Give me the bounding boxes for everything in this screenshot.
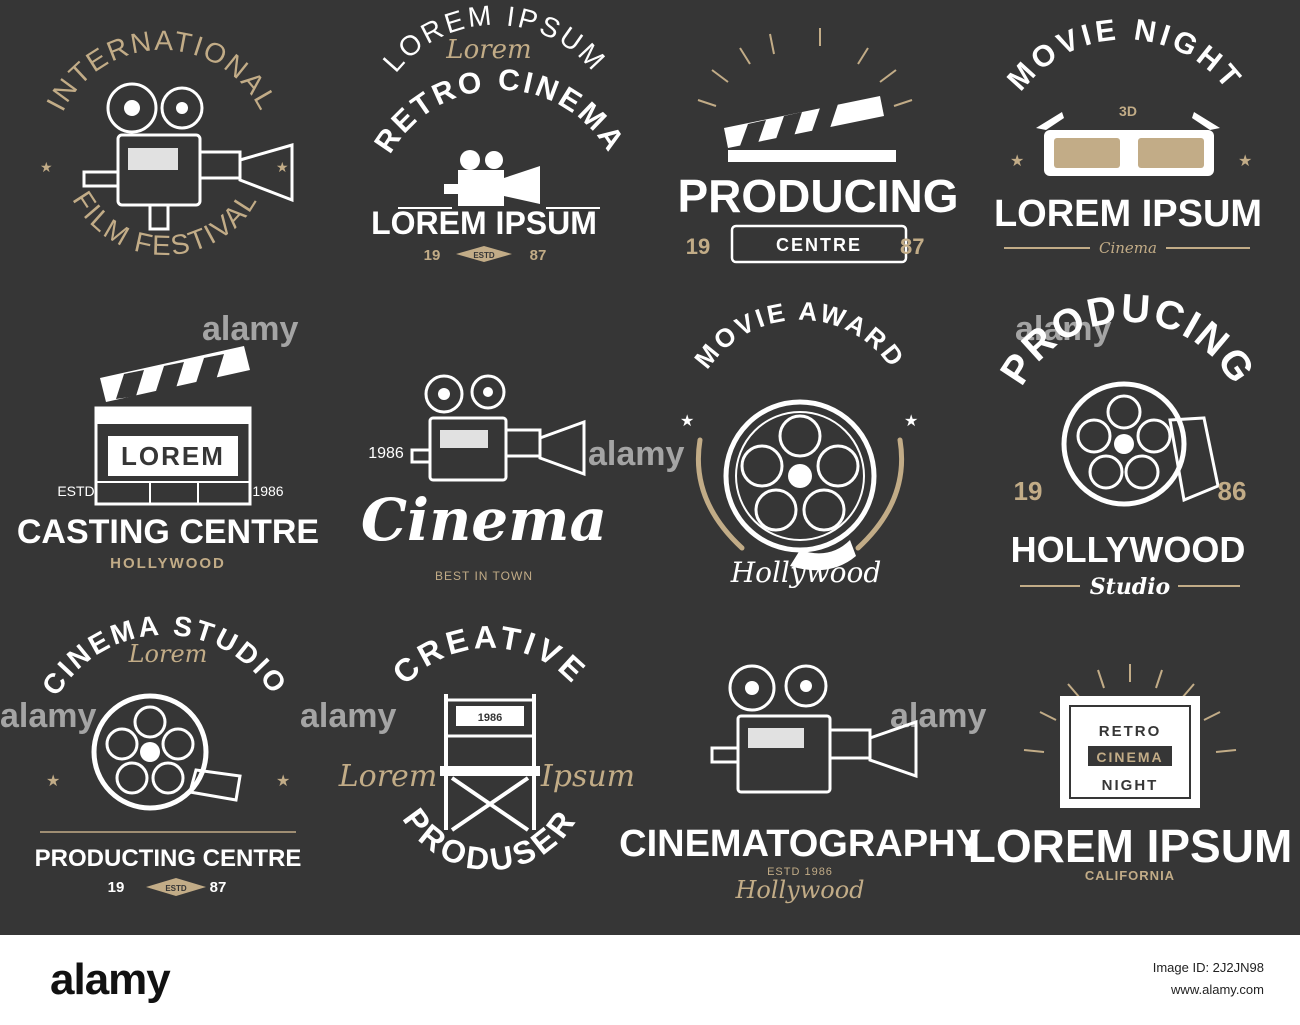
badge12-ticket-3: NIGHT (1102, 777, 1159, 794)
badge4-arc: MOVIE NIGHT (1001, 13, 1245, 97)
movie-camera-silhouette-icon (444, 150, 540, 206)
svg-text:FILM FESTIVAL: FILM FESTIVAL (67, 186, 264, 262)
svg-text:PRODUSER: PRODUSER (396, 801, 584, 877)
clapperboard-icon (724, 96, 896, 162)
film-reel-icon (91, 693, 242, 811)
badge4-small: 3D (1119, 103, 1137, 119)
badge3-main: PRODUCING (677, 170, 958, 222)
watermark: alamy (588, 435, 684, 473)
badge10-script-left: Lorem (338, 759, 438, 794)
watermark: alamy (890, 697, 986, 735)
badge5-board: LOREM (121, 441, 225, 471)
movie-camera-icon (410, 374, 586, 482)
star-icon: ★ (1010, 153, 1024, 170)
badge10-arc-bottom: PRODUSER (396, 801, 580, 877)
badge10-chair: 1986 (478, 712, 502, 724)
star-icon: ★ (40, 159, 53, 175)
badge-sheet: INTERNATIONAL FILM FESTIVAL ★ ★ Lorem RE… (0, 0, 1293, 904)
badge-cinema-studio: Lorem CINEMA STUDIO ★ ★ PRODUCTING CENTR… (35, 610, 302, 896)
footer-info: Image ID: 2J2JN98 www.alamy.com (1153, 957, 1264, 1001)
badge7-arc: MOVIE AWARD (688, 296, 909, 374)
badge9-tag: ESTD (165, 884, 187, 893)
footer-logo: alamy (50, 955, 171, 1004)
watermark: alamy (202, 310, 298, 348)
star-icon: ★ (46, 773, 60, 790)
clapperboard-icon (94, 346, 252, 506)
badge6-sub: BEST IN TOWN (435, 569, 533, 583)
badge-retro-cinema-night: RETRO CINEMA NIGHT LOREM IPSUM CALIFORNI… (968, 664, 1293, 883)
badge3-year-right: 87 (900, 234, 924, 259)
badge6-script: Cinema (361, 486, 607, 554)
3d-glasses-icon (1036, 112, 1220, 176)
badge12-ticket-2: CINEMA (1096, 749, 1163, 765)
badge8-year-right: 86 (1218, 476, 1247, 506)
watermark: alamy (0, 697, 96, 735)
badge4-main: LOREM IPSUM (994, 193, 1262, 235)
badge6-year: 1986 (368, 445, 404, 462)
badge10-script-right: Ipsum (540, 759, 635, 794)
badge2-script: Lorem (445, 35, 531, 65)
svg-text:CREATIVE: CREATIVE (385, 619, 594, 691)
badge12-main: LOREM IPSUM (968, 820, 1293, 872)
badge8-script: Studio (1090, 574, 1170, 600)
badge7-script: Hollywood (730, 556, 882, 589)
watermark: alamy (300, 697, 396, 735)
svg-text:RETRO CINEMA: RETRO CINEMA (368, 63, 632, 158)
badge5-main: CASTING CENTRE (17, 513, 319, 551)
badge5-right: 1986 (252, 483, 283, 499)
badge-creative-produser: CREATIVE PRODUSER 1986 Lorem Ipsum (338, 619, 635, 878)
badge12-ticket-1: RETRO (1099, 723, 1162, 740)
badge2-main: LOREM IPSUM (371, 205, 597, 241)
svg-text:MOVIE AWARD: MOVIE AWARD (688, 296, 912, 374)
badge12-sub: CALIFORNIA (1085, 868, 1175, 883)
badge8-main: HOLLYWOOD (1011, 529, 1246, 570)
badge3-year-left: 19 (686, 234, 710, 259)
badge9-year-right: 87 (210, 879, 227, 896)
badge3-box: CENTRE (776, 235, 862, 255)
badge11-script: Hollywood (734, 876, 864, 904)
star-icon: ★ (276, 773, 290, 790)
badge5-left: ESTD (57, 483, 94, 499)
film-reel-icon (723, 399, 877, 571)
badge10-arc-top: CREATIVE (385, 619, 590, 691)
artwork-canvas: INTERNATIONAL FILM FESTIVAL ★ ★ Lorem RE… (0, 0, 1300, 935)
badge2-tag: ESTD (473, 251, 495, 260)
badge2-year-left: 19 (424, 247, 441, 264)
star-icon: ★ (904, 413, 918, 430)
badge1-arc-bottom: FILM FESTIVAL (67, 186, 262, 262)
badge9-main: PRODUCTING CENTRE (35, 845, 302, 872)
svg-text:MOVIE NIGHT: MOVIE NIGHT (1001, 13, 1249, 97)
movie-camera-icon (710, 664, 918, 794)
badge9-year-left: 19 (108, 879, 125, 896)
badge-international-film-festival: INTERNATIONAL FILM FESTIVAL ★ ★ (40, 25, 294, 262)
badge-movie-night: MOVIE NIGHT 3D ★ ★ LOREM IPSUM Cinema (994, 13, 1262, 257)
footer-image-id: Image ID: 2J2JN98 (1152, 960, 1264, 975)
rays (697, 28, 913, 107)
film-reel-icon (1061, 381, 1220, 507)
badge2-arc: RETRO CINEMA (368, 63, 629, 158)
badge-producing-centre: PRODUCING CENTRE 19 87 (677, 28, 959, 264)
badge8-year-left: 19 (1014, 476, 1043, 506)
star-icon: ★ (1238, 153, 1252, 170)
star-icon: ★ (276, 159, 289, 175)
badge-casting-centre: LOREM ESTD 1986 CASTING CENTRE HOLLYWOOD (17, 346, 319, 572)
star-icon: ★ (680, 413, 694, 430)
badge2-year-right: 87 (530, 247, 547, 264)
badge4-script: Cinema (1099, 239, 1157, 257)
watermark: alamy (1015, 310, 1111, 348)
badge-movie-award: MOVIE AWARD ★ ★ Hollywood (680, 296, 918, 589)
stock-footer: alamy Image ID: 2J2JN98 www.alamy.com (0, 935, 1300, 1025)
badge5-sub: HOLLYWOOD (110, 555, 226, 572)
badge11-main: CINEMATOGRAPHY (619, 823, 981, 865)
footer-url: www.alamy.com (1171, 982, 1264, 997)
